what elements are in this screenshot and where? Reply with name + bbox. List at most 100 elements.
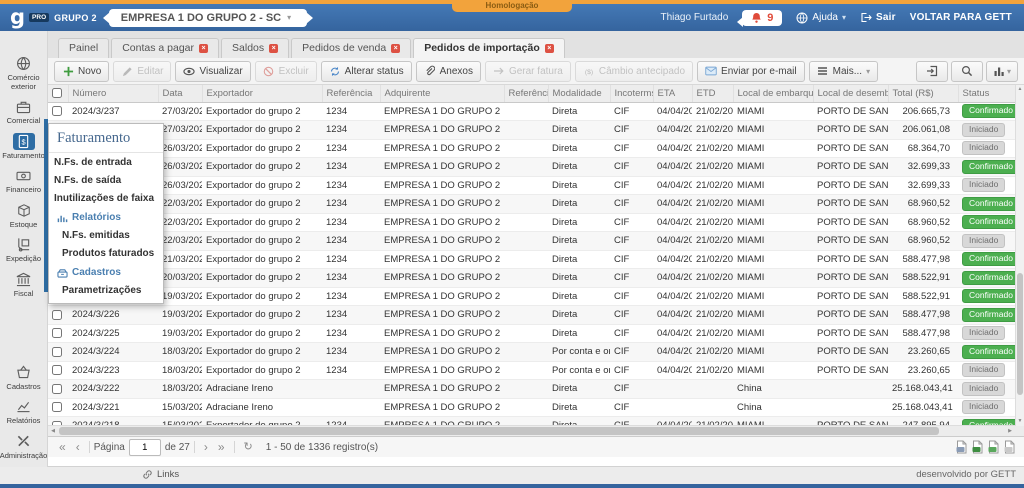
table-row[interactable]: 2024/3/22719/03/2024Exportador do grupo … xyxy=(48,287,1016,306)
column-header-status[interactable]: Status xyxy=(958,85,1016,102)
table-row[interactable]: 2024/3/23022/03/2024Exportador do grupo … xyxy=(48,232,1016,251)
row-checkbox[interactable] xyxy=(52,365,62,375)
sidebar-item-fiscal[interactable]: Fiscal xyxy=(0,271,48,299)
close-icon[interactable]: × xyxy=(199,44,208,53)
column-header-exportador[interactable]: Exportador xyxy=(202,85,322,102)
flyout-item-inutilizacoes-de-faixa[interactable]: Inutilizações de faixa xyxy=(49,189,163,207)
vertical-scrollbar[interactable]: ▲ ▼ xyxy=(1015,85,1024,426)
sidebar-item-expedicao[interactable]: Expedição xyxy=(0,236,48,264)
anexos-button[interactable]: Anexos xyxy=(416,61,481,82)
flyout-section-relatorios[interactable]: Relatórios xyxy=(49,207,163,226)
prev-page-icon[interactable]: ‹ xyxy=(71,438,85,456)
column-header-etd[interactable]: ETD xyxy=(692,85,733,102)
flyout-item-n-fs-de-entrada[interactable]: N.Fs. de entrada xyxy=(49,153,163,171)
alterar-status-button[interactable]: Alterar status xyxy=(321,61,412,82)
column-header-local-de-desembarque[interactable]: Local de desembarque xyxy=(813,85,888,102)
table-row[interactable]: 2024/3/22921/03/2024Exportador do grupo … xyxy=(48,250,1016,269)
tab-saldos[interactable]: Saldos× xyxy=(221,38,289,58)
column-header-total-r[interactable]: Total (R$) xyxy=(888,85,958,102)
table-row[interactable]: 2024/3/23727/03/2024Exportador do grupo … xyxy=(48,102,1016,121)
table-row[interactable]: 2024/3/22820/03/2024Exportador do grupo … xyxy=(48,269,1016,288)
sidebar-item-relatorios[interactable]: Relatórios xyxy=(0,398,48,426)
export-xls-icon[interactable] xyxy=(971,440,984,454)
row-checkbox[interactable] xyxy=(52,347,62,357)
select-all-checkbox[interactable] xyxy=(52,88,62,98)
column-header-eta[interactable]: ETA xyxy=(653,85,692,102)
export-doc-icon[interactable] xyxy=(955,440,968,454)
export-button[interactable] xyxy=(916,61,948,82)
links-button[interactable]: Links xyxy=(142,469,179,480)
table-row[interactable]: 2024/3/23526/03/2024Exportador do grupo … xyxy=(48,139,1016,158)
column-header-referencia[interactable]: Referência xyxy=(504,85,548,102)
row-checkbox[interactable] xyxy=(52,402,62,412)
table-row[interactable]: 2024/3/22418/03/2024Exportador do grupo … xyxy=(48,343,1016,362)
flyout-section-cadastros[interactable]: Cadastros xyxy=(49,262,163,281)
enviar-por-e-mail-button[interactable]: Enviar por e-mail xyxy=(697,61,805,82)
tab-pedidos-de-importacao[interactable]: Pedidos de importação× xyxy=(413,38,565,59)
column-header-adquirente[interactable]: Adquirente xyxy=(380,85,504,102)
column-header-data[interactable]: Data xyxy=(158,85,202,102)
tab-pedidos-de-venda[interactable]: Pedidos de venda× xyxy=(291,38,411,58)
scroll-up-icon[interactable]: ▲ xyxy=(1016,85,1024,94)
visualizar-button[interactable]: Visualizar xyxy=(175,61,250,82)
column-header-numero[interactable]: Número xyxy=(68,85,158,102)
search-button[interactable] xyxy=(951,61,983,82)
help-menu[interactable]: Ajuda ▾ xyxy=(796,12,846,24)
refresh-icon[interactable]: ↻ xyxy=(239,438,258,456)
sidebar-item-financeiro[interactable]: Financeiro xyxy=(0,167,48,195)
column-header-local-de-embarque[interactable]: Local de embarque xyxy=(733,85,813,102)
last-page-icon[interactable]: » xyxy=(213,438,230,456)
scroll-down-icon[interactable]: ▼ xyxy=(1016,417,1024,426)
row-checkbox[interactable] xyxy=(52,384,62,394)
chart-button[interactable]: ▾ xyxy=(986,61,1018,82)
sidebar-item-cadastros[interactable]: Cadastros xyxy=(0,364,48,392)
flyout-item-produtos-faturados[interactable]: Produtos faturados xyxy=(49,244,163,262)
tab-contas-a-pagar[interactable]: Contas a pagar× xyxy=(111,38,219,58)
table-row[interactable]: 2024/3/22318/03/2024Exportador do grupo … xyxy=(48,361,1016,380)
company-selector[interactable]: EMPRESA 1 DO GRUPO 2 - SC ▾ xyxy=(109,9,307,27)
table-row[interactable]: 2024/3/23326/03/2024Exportador do grupo … xyxy=(48,176,1016,195)
table-row[interactable]: 2024/3/23122/03/2024Exportador do grupo … xyxy=(48,213,1016,232)
table-row[interactable]: 2024/3/22115/03/2024Adraciane IrenoEMPRE… xyxy=(48,398,1016,417)
first-page-icon[interactable]: « xyxy=(54,438,71,456)
column-header-incoterms[interactable]: Incoterms® xyxy=(610,85,653,102)
close-icon[interactable]: × xyxy=(391,44,400,53)
sidebar-item-faturamento[interactable]: $Faturamento xyxy=(0,133,48,161)
horizontal-scrollbar[interactable]: ◀ ▶ xyxy=(48,425,1024,436)
table-row[interactable]: 2024/3/22519/03/2024Exportador do grupo … xyxy=(48,324,1016,343)
mais-button[interactable]: Mais...▾ xyxy=(809,61,878,82)
logout-button[interactable]: Sair xyxy=(860,12,896,23)
close-icon[interactable]: × xyxy=(545,44,554,53)
row-checkbox[interactable] xyxy=(52,310,62,320)
close-icon[interactable]: × xyxy=(269,44,278,53)
table-row[interactable]: 2024/3/23627/03/2024Exportador do grupo … xyxy=(48,121,1016,140)
notifications-button[interactable]: 9 xyxy=(742,10,782,26)
sidebar-item-comercio-exterior[interactable]: Comércio exterior xyxy=(0,55,48,91)
scroll-right-icon[interactable]: ▶ xyxy=(1005,426,1015,436)
row-checkbox[interactable] xyxy=(52,328,62,338)
flyout-item-n-fs-de-saida[interactable]: N.Fs. de saída xyxy=(49,171,163,189)
row-checkbox[interactable] xyxy=(52,106,62,116)
flyout-item-n-fs-emitidas[interactable]: N.Fs. emitidas xyxy=(49,226,163,244)
table-row[interactable]: 2024/3/23426/03/2024Exportador do grupo … xyxy=(48,158,1016,177)
back-to-gett-link[interactable]: VOLTAR PARA GETT xyxy=(910,12,1012,23)
table-row[interactable]: 2024/3/23222/03/2024Exportador do grupo … xyxy=(48,195,1016,214)
scroll-left-icon[interactable]: ◀ xyxy=(48,426,58,436)
table-row[interactable]: 2024/3/22619/03/2024Exportador do grupo … xyxy=(48,306,1016,325)
column-header-referencia[interactable]: Referência xyxy=(322,85,380,102)
novo-button[interactable]: Novo xyxy=(54,61,109,82)
export-xml-icon[interactable] xyxy=(987,440,1000,454)
flyout-item-parametrizacoes[interactable]: Parametrizações xyxy=(49,281,163,299)
vertical-scroll-thumb[interactable] xyxy=(1017,273,1023,396)
horizontal-scroll-thumb[interactable] xyxy=(59,427,939,435)
export-txt-icon[interactable] xyxy=(1003,440,1016,454)
tab-painel[interactable]: Painel xyxy=(58,38,109,58)
sidebar-item-administracao[interactable]: Administração xyxy=(0,433,48,461)
sidebar-item-estoque[interactable]: Estoque xyxy=(0,202,48,230)
next-page-icon[interactable]: › xyxy=(199,438,213,456)
table-row[interactable]: 2024/3/22218/03/2024Adraciane IrenoEMPRE… xyxy=(48,380,1016,399)
column-header-modalidade[interactable]: Modalidade xyxy=(548,85,610,102)
cell-referencia-2 xyxy=(504,361,548,380)
page-input[interactable] xyxy=(129,439,161,456)
sidebar-item-comercial[interactable]: Comercial xyxy=(0,98,48,126)
